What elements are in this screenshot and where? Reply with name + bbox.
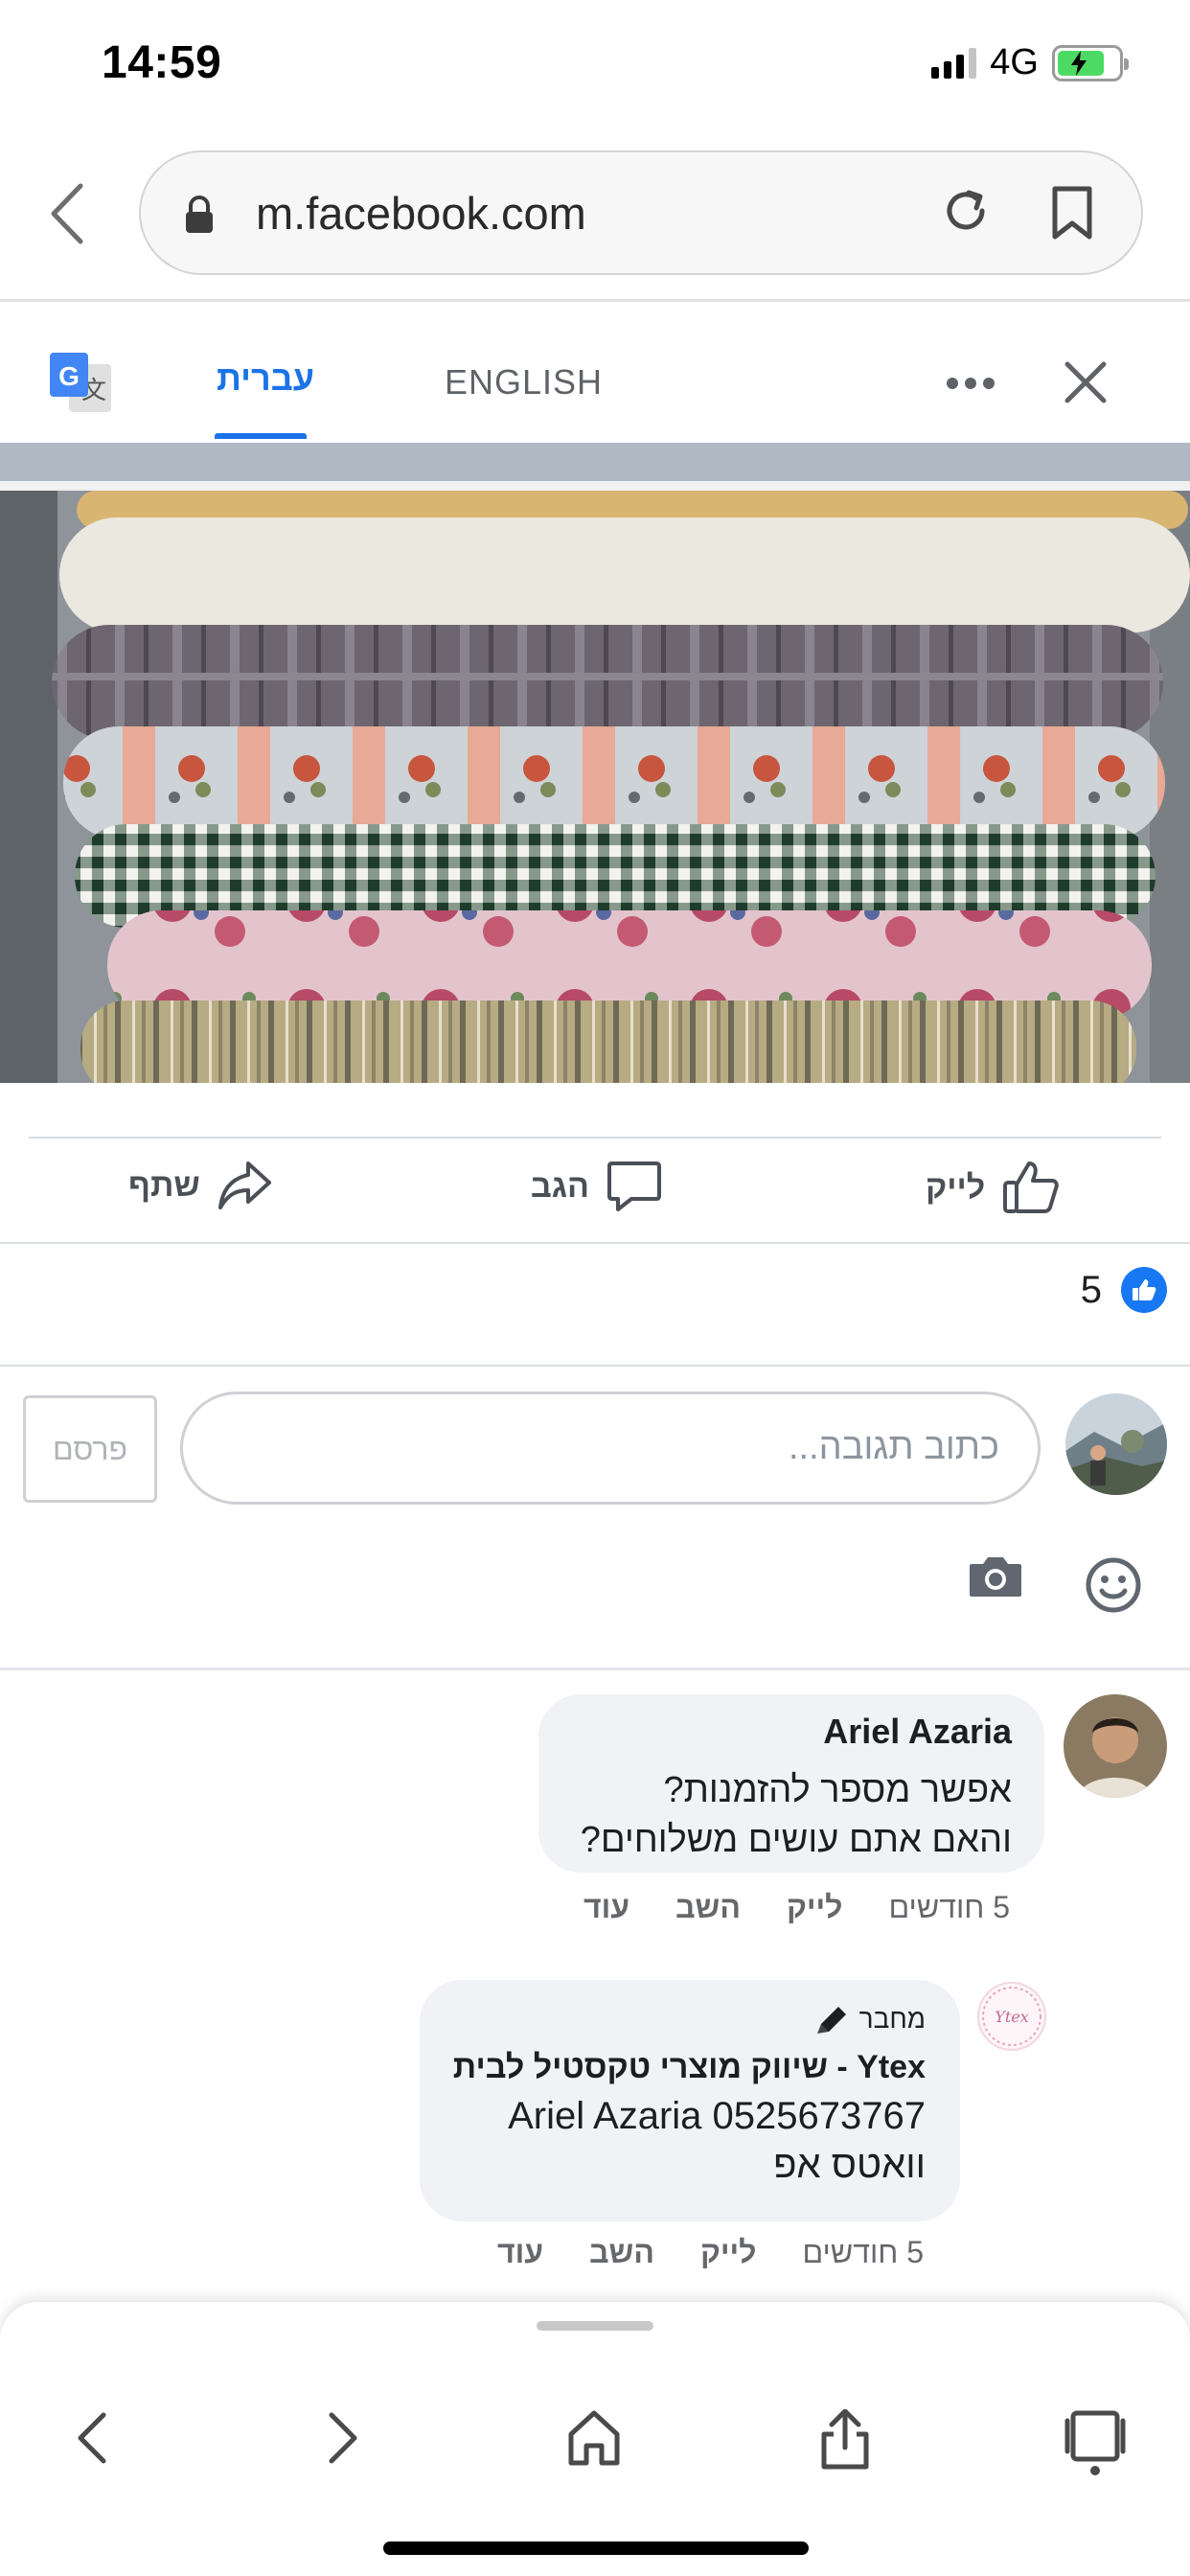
- bookmark-icon[interactable]: [1049, 185, 1095, 241]
- comment-text-line: אפשר מספר להזמנות?: [663, 1770, 1012, 1810]
- battery-icon: [1052, 44, 1129, 81]
- divider: [0, 1668, 1190, 1670]
- author-badge: מחבר: [448, 2003, 926, 2036]
- toolbar-forward-icon[interactable]: [324, 2409, 362, 2467]
- author-badge-label: מחבר: [858, 2004, 926, 2034]
- commenter-name[interactable]: Ariel Azaria: [567, 1712, 1012, 1752]
- close-icon[interactable]: [1064, 360, 1108, 404]
- fabric-rolls-image: [0, 443, 1190, 1083]
- like-reaction-icon: [1121, 1267, 1167, 1313]
- browser-toolbar: [0, 2302, 1190, 2576]
- comment-more-link[interactable]: עוד: [497, 2235, 543, 2270]
- reply-text-line: Ariel Azaria 0525673767: [508, 2095, 926, 2137]
- reply-text-line: וואטס אפ: [773, 2144, 926, 2186]
- comment-more-link[interactable]: עוד: [584, 1890, 629, 1925]
- comment-button[interactable]: הגב: [531, 1160, 662, 1213]
- address-bar[interactable]: m.facebook.com: [139, 150, 1143, 275]
- share-icon: [217, 1162, 271, 1209]
- status-indicators: 4G: [931, 42, 1129, 83]
- like-button[interactable]: לייק: [926, 1160, 1060, 1215]
- commenter-avatar[interactable]: [1064, 1694, 1167, 1798]
- comment-like-link[interactable]: לייק: [700, 2235, 757, 2270]
- page-avatar[interactable]: Ytex: [977, 1982, 1046, 2051]
- comment-timestamp: 5 חודשים: [888, 1890, 1010, 1924]
- comment-placeholder: כתוב תגובה...: [788, 1427, 999, 1467]
- share-label: שתף: [128, 1166, 200, 1204]
- share-button[interactable]: שתף: [128, 1160, 271, 1211]
- reload-icon[interactable]: [936, 181, 995, 241]
- share-page-icon[interactable]: [816, 2409, 874, 2471]
- signal-icon: [931, 47, 977, 79]
- tab-hebrew[interactable]: עברית: [217, 358, 314, 399]
- comment-label: הגב: [531, 1167, 590, 1205]
- comment-text-line: והאם אתם עושים משלוחים?: [580, 1820, 1012, 1860]
- tabs-icon[interactable]: [1064, 2409, 1127, 2476]
- comment-icon: [607, 1162, 662, 1211]
- comment-like-link[interactable]: לייק: [787, 1890, 843, 1925]
- network-type: 4G: [990, 42, 1039, 82]
- emoji-icon[interactable]: [1085, 1556, 1142, 1614]
- comment-timestamp: 5 חודשים: [802, 2235, 924, 2269]
- comment-meta: 5 חודשים לייק השב עוד: [451, 2235, 924, 2270]
- tab-english[interactable]: ENGLISH: [445, 362, 603, 402]
- comment-reply-link[interactable]: השב: [589, 2235, 654, 2270]
- svg-text:Ytex: Ytex: [995, 2008, 1028, 2026]
- comment-reply-link[interactable]: השב: [675, 1890, 741, 1925]
- lock-icon: [186, 196, 213, 233]
- home-indicator: [383, 2542, 809, 2555]
- comment-input[interactable]: כתוב תגובה...: [180, 1392, 1041, 1505]
- post-photo[interactable]: [0, 443, 1190, 1083]
- reply-bubble: מחבר Ytex - שיווק מוצרי טקסטיל לבית Arie…: [420, 1980, 960, 2221]
- browser-back-icon[interactable]: [40, 180, 98, 247]
- camera-icon[interactable]: [968, 1554, 1023, 1598]
- home-icon[interactable]: [565, 2409, 623, 2467]
- reaction-summary[interactable]: 5: [1081, 1267, 1167, 1313]
- divider: [0, 1242, 1190, 1244]
- comment-bubble: Ariel Azaria אפשר מספר להזמנות? והאם אתם…: [538, 1694, 1044, 1873]
- comment-meta: 5 חודשים לייק השב עוד: [538, 1890, 1010, 1925]
- page-name[interactable]: Ytex - שיווק מוצרי טקסטיל לבית: [448, 2049, 926, 2086]
- more-options-icon[interactable]: [945, 376, 996, 391]
- thumbs-up-icon: [1003, 1162, 1059, 1213]
- divider: [29, 1137, 1161, 1138]
- like-label: לייק: [926, 1168, 986, 1206]
- pencil-icon: [816, 2007, 846, 2034]
- status-time: 14:59: [102, 37, 222, 88]
- divider: [0, 299, 1190, 302]
- google-translate-icon[interactable]: 文 G: [48, 351, 113, 416]
- drag-handle[interactable]: [537, 2321, 653, 2331]
- current-user-avatar: [1065, 1393, 1167, 1495]
- active-tab-indicator: [215, 433, 307, 439]
- reaction-count: 5: [1080, 1268, 1102, 1311]
- divider: [0, 1365, 1190, 1367]
- svg-text:G: G: [58, 361, 80, 391]
- url-text[interactable]: m.facebook.com: [256, 187, 586, 240]
- toolbar-back-icon[interactable]: [73, 2409, 111, 2467]
- post-comment-button[interactable]: פרסם: [23, 1395, 157, 1503]
